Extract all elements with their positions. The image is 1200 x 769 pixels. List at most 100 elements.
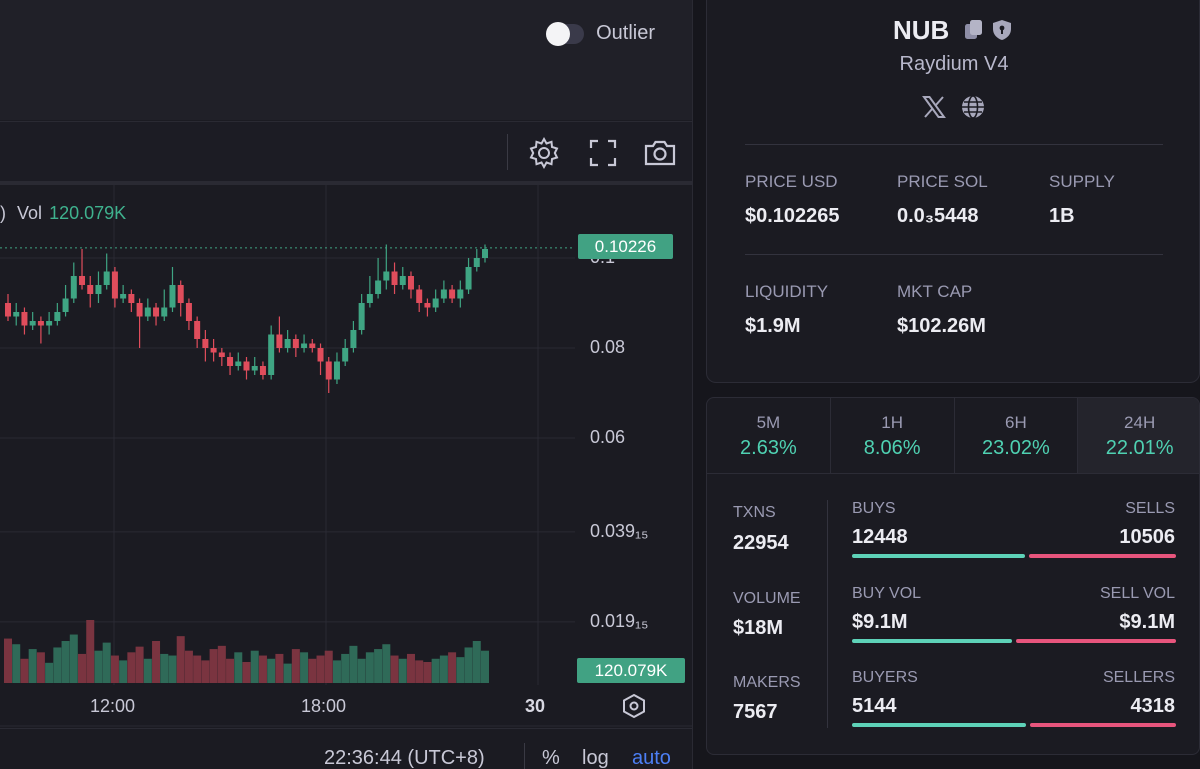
legend-prefix: ) [0, 203, 6, 223]
percent-scale-button[interactable]: % [542, 747, 560, 769]
timeframe-tabs: 5M 2.63% 1H 8.06% 6H 23.02% 24H 22.01% [707, 398, 1199, 474]
vol-label: Vol [17, 203, 43, 223]
candle-body [185, 303, 192, 321]
volume-bar [110, 655, 119, 683]
tab-label: 24H [1124, 413, 1156, 432]
volume-bar [234, 652, 243, 683]
candle-body [13, 312, 20, 317]
candle-body [301, 343, 308, 348]
volume-bar [349, 645, 358, 683]
candle-body [79, 276, 86, 285]
volume-bar [78, 653, 87, 683]
buys-label: BUYS [852, 500, 896, 517]
x-tick-label: 12:00 [90, 696, 136, 716]
price-change-card: 5M 2.63% 1H 8.06% 6H 23.02% 24H 22.01% T… [706, 397, 1200, 755]
candle-body [366, 294, 373, 303]
mkt-cap-label: MKT CAP [897, 282, 973, 301]
txns-label: TXNS [733, 504, 776, 521]
volume-bar [36, 652, 45, 683]
volume-bar [324, 650, 333, 683]
candle-body [416, 289, 423, 303]
volume-bar [308, 658, 317, 683]
sell-vol-label: SELL VOL [1099, 585, 1175, 602]
toggle-knob [546, 21, 571, 46]
volume-bar [201, 660, 210, 683]
sells-ratio-bar [1029, 554, 1176, 558]
candle-body [358, 303, 365, 330]
price-usd-value: $0.102265 [745, 205, 840, 227]
volume-bar [332, 660, 341, 683]
candle-body [161, 307, 168, 317]
volume-bar [365, 652, 374, 683]
volume-bar [61, 641, 70, 683]
tab-change-value: 23.02% [981, 437, 1050, 459]
tab-1h[interactable]: 1H 8.06% [831, 398, 955, 473]
candle-body [424, 303, 431, 308]
tab-label: 5M [756, 413, 781, 432]
tab-5m[interactable]: 5M 2.63% [707, 398, 831, 473]
candle-body [54, 312, 61, 321]
candle-body [482, 249, 488, 258]
volume-bar [209, 649, 218, 683]
volume-bar [69, 634, 78, 683]
buy-vol-value: $9.1M [852, 611, 908, 633]
candle-body [276, 334, 283, 348]
log-scale-button[interactable]: log [582, 747, 609, 769]
volume-bar [415, 660, 424, 683]
candle-body [333, 361, 340, 380]
liquidity-label: LIQUIDITY [745, 282, 829, 301]
auto-scale-button[interactable]: auto [632, 747, 671, 769]
shield-icon[interactable] [991, 19, 1013, 41]
copy-icon[interactable] [963, 19, 985, 41]
sells-value: 10506 [1119, 526, 1175, 548]
sells-label: SELLS [1125, 500, 1175, 517]
tab-6h[interactable]: 6H 23.02% [955, 398, 1079, 473]
token-name: NUB [893, 15, 950, 45]
candle-body [432, 298, 439, 308]
makers-value: 7567 [733, 701, 778, 723]
x-twitter-icon[interactable] [921, 94, 947, 120]
candle-body [407, 276, 414, 290]
candle-body [375, 280, 382, 294]
y-tick-label: 0.019₁₅ [590, 610, 649, 631]
camera-icon[interactable] [643, 136, 677, 170]
volume-bar [464, 647, 473, 683]
volume-bar [102, 642, 111, 683]
tab-label: 1H [881, 413, 903, 432]
volume-bar [4, 638, 12, 683]
fullscreen-icon[interactable] [586, 136, 620, 170]
volume-bar [398, 658, 407, 683]
volume-bar [258, 655, 267, 683]
volume-bar [439, 655, 448, 683]
candle-body [153, 307, 160, 317]
volume-bar [316, 655, 325, 683]
outlier-toggle[interactable]: Outlier [546, 21, 655, 46]
toggle-switch[interactable] [546, 21, 585, 46]
tab-label: 6H [1005, 413, 1027, 432]
volume-bar [86, 620, 95, 683]
chart-footer: 22:36:44 (UTC+8) % log auto [0, 728, 692, 769]
volume-bar [472, 641, 481, 683]
tab-change-value: 8.06% [863, 437, 921, 459]
tab-change-value: 2.63% [740, 437, 797, 459]
current-volume-tag: 120.079K [577, 658, 685, 683]
volume-bar [152, 641, 161, 683]
volume-bar [184, 650, 193, 683]
candle-body [284, 339, 291, 348]
candle-body [128, 294, 135, 303]
gear-icon[interactable] [527, 136, 561, 170]
candle-body [259, 366, 266, 375]
volume-bar [119, 660, 128, 683]
x-tick-label: 18:00 [301, 696, 347, 716]
candle-body [144, 307, 151, 317]
volume-bar [390, 655, 399, 683]
candle-body [325, 361, 332, 380]
globe-icon[interactable] [960, 94, 986, 120]
hexagon-settings-icon[interactable] [620, 692, 648, 720]
candle-body [227, 357, 234, 366]
candle-body [194, 321, 201, 339]
price-usd-label: PRICE USD [745, 172, 838, 191]
tab-24h[interactable]: 24H 22.01% [1078, 398, 1199, 473]
candle-body [383, 271, 390, 281]
volume-bar [406, 653, 415, 683]
